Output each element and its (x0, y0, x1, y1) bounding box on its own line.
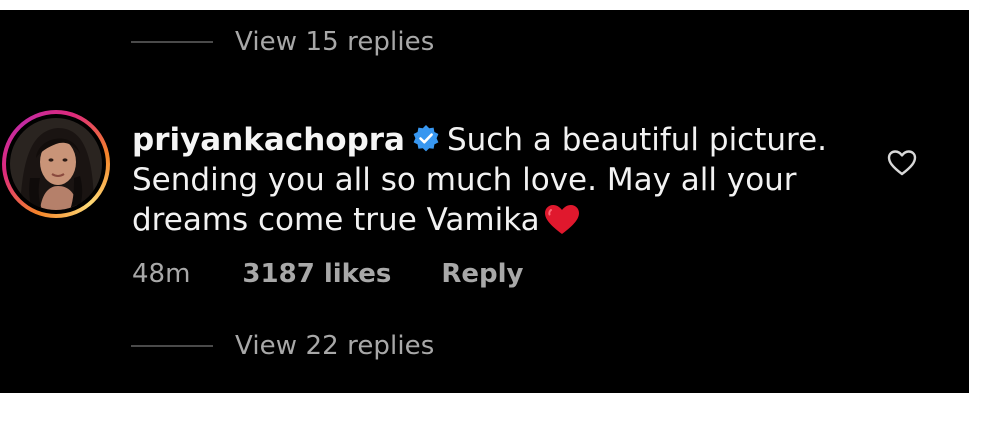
view-replies-bottom[interactable]: View 22 replies (131, 326, 434, 366)
avatar-image (10, 118, 102, 210)
comment-timestamp: 48m (132, 259, 191, 289)
replies-divider (131, 345, 213, 347)
comment-meta: 48m 3187 likes Reply (132, 254, 524, 294)
verified-badge-icon (411, 124, 441, 154)
reply-button[interactable]: Reply (441, 259, 523, 289)
avatar[interactable] (2, 110, 110, 218)
comment-body: priyankachopra Such a beautiful picture. … (132, 120, 832, 240)
view-replies-bottom-label[interactable]: View 22 replies (235, 331, 434, 361)
heart-outline-icon[interactable] (887, 149, 917, 177)
view-replies-top-label[interactable]: View 15 replies (235, 27, 434, 57)
comment-likes-count[interactable]: 3187 likes (242, 259, 391, 289)
comment-username[interactable]: priyankachopra (132, 122, 405, 158)
comment-panel: View 15 replies priyankachopra Such a be… (0, 10, 969, 393)
view-replies-top[interactable]: View 15 replies (131, 22, 434, 62)
replies-divider (131, 41, 213, 43)
red-heart-icon (544, 204, 580, 236)
